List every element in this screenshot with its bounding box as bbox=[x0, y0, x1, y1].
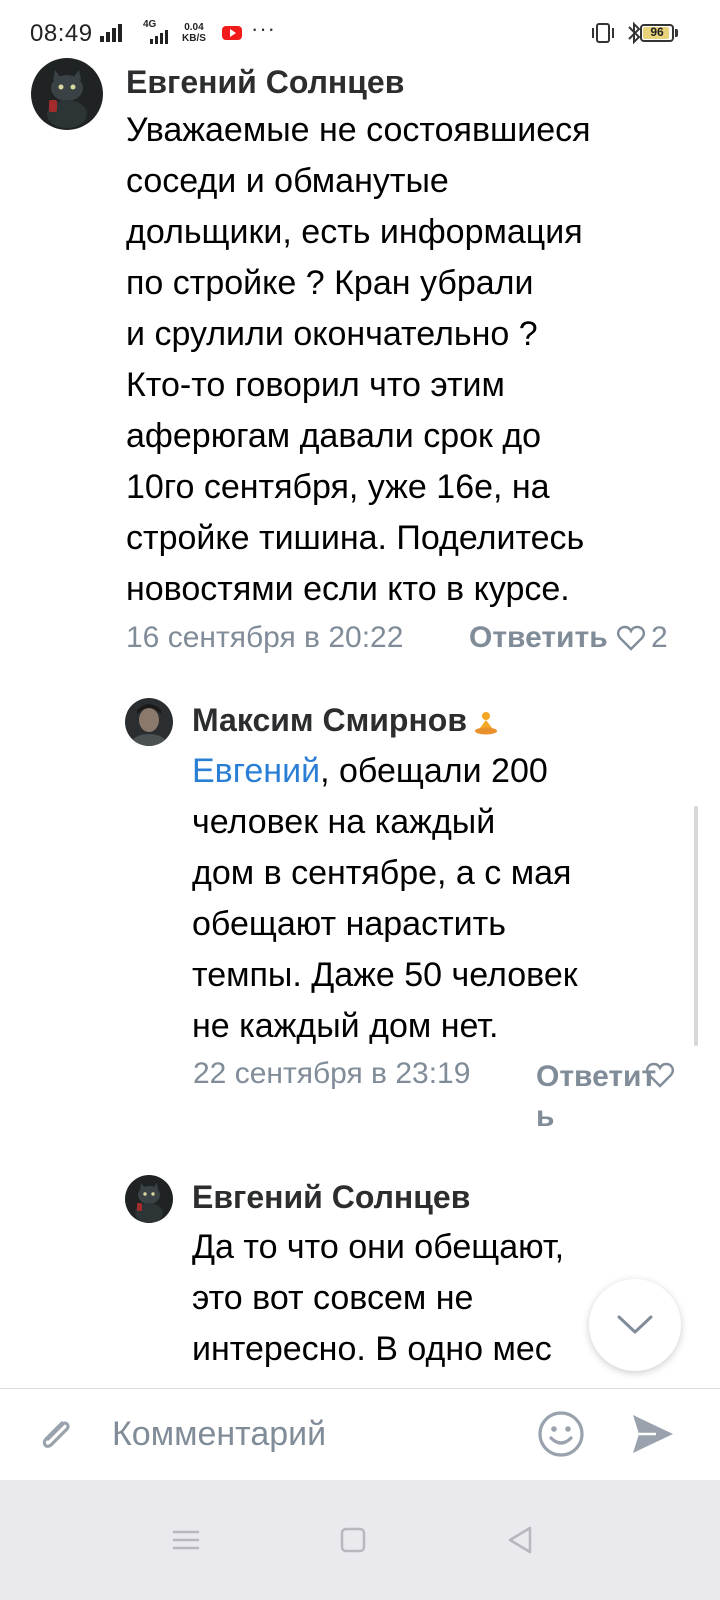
comment-text: Да то что они обещают, это вот совсем не… bbox=[192, 1222, 564, 1375]
net-speed-value: 0.04 bbox=[184, 22, 204, 33]
reply-label-part: Ответит bbox=[536, 1060, 657, 1093]
signal-icon bbox=[100, 24, 122, 42]
comment-line: темпы. Даже 50 человек bbox=[192, 956, 578, 994]
comment-text: Уважаемые не состоявшиеся соседи и обман… bbox=[126, 105, 591, 615]
battery-tip bbox=[675, 29, 678, 37]
bluetooth-icon bbox=[628, 21, 641, 45]
network-type: 4G bbox=[143, 19, 157, 30]
comment-line: Кто-то говорил что этим bbox=[126, 366, 505, 404]
battery-icon: 96 bbox=[640, 24, 674, 42]
like-count: 2 bbox=[651, 621, 668, 654]
comment-line: Евгений, обещали 200 bbox=[192, 746, 578, 797]
comment-line: человек на каждый bbox=[192, 803, 496, 841]
meditation-emoji-icon bbox=[475, 711, 498, 735]
more-notifications: ··· bbox=[251, 16, 276, 41]
avatar[interactable] bbox=[31, 58, 103, 130]
heart-icon bbox=[617, 625, 645, 651]
home-icon[interactable] bbox=[333, 1520, 373, 1560]
comment-line: Да то что они обещают, bbox=[192, 1228, 565, 1266]
scroll-indicator[interactable] bbox=[694, 806, 698, 1046]
avatar[interactable] bbox=[125, 1175, 173, 1223]
comment-line: новостями если кто в курсе. bbox=[126, 570, 570, 608]
comment-author-name: Максим Смирнов bbox=[192, 702, 468, 738]
comment-line: и срулили окончательно ? bbox=[126, 315, 538, 353]
status-time: 08:49 bbox=[30, 20, 93, 47]
chevron-down-icon bbox=[617, 1315, 653, 1334]
comment-line: интересно. В одно мес bbox=[192, 1330, 552, 1368]
comment-input[interactable] bbox=[112, 1409, 512, 1459]
attach-icon[interactable] bbox=[32, 1411, 80, 1459]
comment-line: дольщики, есть информация bbox=[126, 213, 583, 251]
comment-line: стройке тишина. Поделитесь bbox=[126, 519, 585, 557]
avatar[interactable] bbox=[125, 698, 173, 746]
comment-line: 10го сентября, уже 16е, на bbox=[126, 468, 550, 506]
comment-line: обещают нарастить bbox=[192, 905, 506, 943]
system-nav-bar bbox=[0, 1480, 720, 1600]
avatar-image bbox=[125, 1175, 173, 1223]
comment-line: соседи и обманутые bbox=[126, 162, 449, 200]
mention-link[interactable]: Евгений bbox=[192, 752, 320, 790]
scroll-down-button[interactable] bbox=[589, 1279, 681, 1371]
vibrate-icon bbox=[592, 23, 614, 43]
net-speed-unit: KB/S bbox=[182, 33, 206, 44]
heart-icon[interactable] bbox=[646, 1062, 674, 1088]
comment-text: Евгений, обещали 200 человек на каждый д… bbox=[192, 746, 578, 1052]
signal-icon-2 bbox=[150, 30, 168, 44]
net-speed: 0.04 KB/S bbox=[182, 22, 206, 44]
avatar-image bbox=[125, 698, 173, 746]
comment-line: Уважаемые не состоявшиеся bbox=[126, 111, 591, 149]
comment-date: 16 сентября в 20:22 bbox=[126, 621, 404, 654]
comment-line: не каждый дом нет. bbox=[192, 1007, 499, 1045]
avatar-image bbox=[31, 58, 103, 130]
menu-icon[interactable] bbox=[166, 1520, 206, 1560]
comment-line: дом в сентябре, а с мая bbox=[192, 854, 572, 892]
battery-level: 96 bbox=[650, 25, 664, 39]
smile-icon[interactable] bbox=[536, 1409, 586, 1459]
youtube-icon bbox=[222, 26, 242, 40]
comment-author[interactable]: Евгений Солнцев bbox=[192, 1179, 470, 1216]
comment-line-rest: , обещали 200 bbox=[320, 752, 548, 790]
send-icon[interactable] bbox=[630, 1411, 676, 1457]
comment-line: по стройке ? Кран убрали bbox=[126, 264, 534, 302]
like-button[interactable]: 2 bbox=[617, 621, 668, 655]
comment-date: 22 сентября в 23:19 bbox=[193, 1057, 471, 1090]
comment-author[interactable]: Максим Смирнов bbox=[192, 702, 499, 739]
comment-line: аферюгам давали срок до bbox=[126, 417, 542, 455]
status-bar: 08:49 4G 0.04 KB/S ··· 96 bbox=[0, 0, 720, 68]
comment-author[interactable]: Евгений Солнцев bbox=[126, 64, 404, 101]
back-icon[interactable] bbox=[500, 1520, 540, 1560]
comment-line: это вот совсем не bbox=[192, 1279, 474, 1317]
reply-label-part: ь bbox=[536, 1100, 555, 1133]
comment-composer bbox=[0, 1388, 720, 1481]
reply-button[interactable]: Ответит ь bbox=[536, 1057, 656, 1137]
reply-button[interactable]: Ответить bbox=[469, 621, 608, 655]
